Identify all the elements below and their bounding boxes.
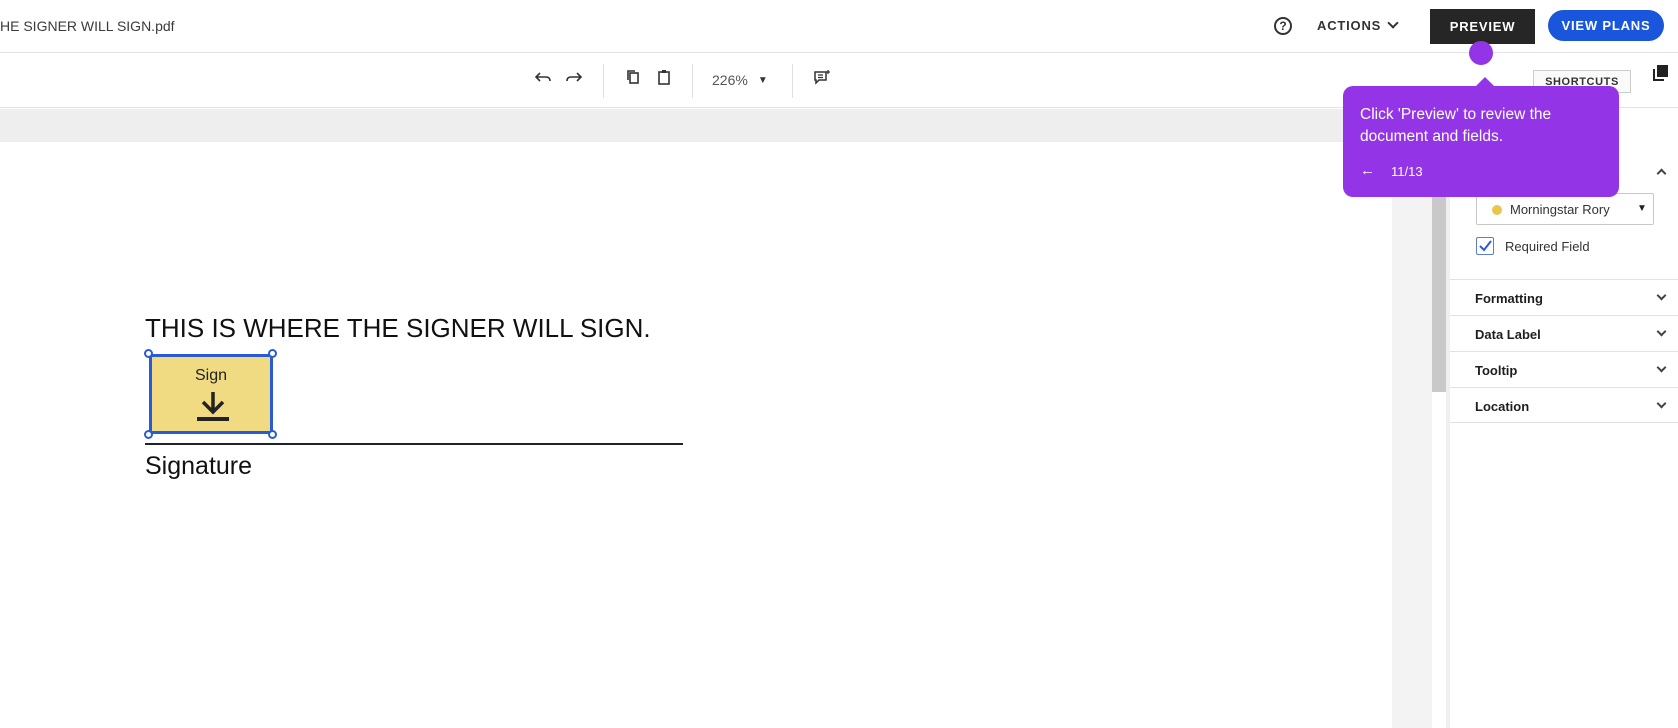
tooltip-arrow <box>1475 77 1495 87</box>
chevron-down-icon <box>1656 290 1667 301</box>
tooltip-step-counter: 11/13 <box>1391 164 1423 179</box>
tooltip-message: Click 'Preview' to review the document a… <box>1360 106 1552 145</box>
required-field-checkbox[interactable] <box>1476 237 1494 255</box>
section-tooltip[interactable]: Tooltip <box>1450 351 1678 387</box>
signer-select[interactable]: Morningstar Rory ▼ <box>1476 193 1654 225</box>
resize-handle-top-right[interactable] <box>268 349 277 358</box>
copy-icon[interactable] <box>622 69 644 91</box>
toolbar-divider <box>792 64 793 98</box>
sign-field-label: Sign <box>194 367 228 384</box>
top-bar: HE SIGNER WILL SIGN.pdf ? ACTIONS PREVIE… <box>0 0 1678 53</box>
document-header-band <box>0 109 1450 142</box>
help-circle-icon[interactable]: ? <box>1274 17 1292 35</box>
section-location[interactable]: Location <box>1450 387 1678 423</box>
resize-handle-bottom-right[interactable] <box>268 430 277 439</box>
section-data-label[interactable]: Data Label <box>1450 315 1678 351</box>
signature-label: Signature <box>145 452 253 480</box>
section-label: Data Label <box>1475 327 1541 342</box>
walkthrough-beacon[interactable] <box>1469 41 1493 65</box>
toolbar-divider <box>603 64 604 98</box>
preview-button[interactable]: PREVIEW <box>1430 9 1535 44</box>
zoom-select[interactable]: 226% ▼ <box>712 72 768 88</box>
comment-icon[interactable] <box>811 69 833 91</box>
signer-name: Morningstar Rory <box>1510 202 1610 217</box>
copy-document-icon[interactable] <box>1652 64 1670 82</box>
redo-icon[interactable] <box>563 69 585 91</box>
signature-line <box>145 443 683 445</box>
document-canvas <box>0 142 1392 728</box>
caret-down-icon: ▼ <box>757 74 768 86</box>
document-title: HE SIGNER WILL SIGN.pdf <box>0 18 175 34</box>
section-label: Location <box>1475 399 1530 414</box>
signer-color-dot <box>1492 205 1502 215</box>
resize-handle-bottom-left[interactable] <box>144 430 153 439</box>
walkthrough-tooltip: Click 'Preview' to review the document a… <box>1343 77 1619 197</box>
back-arrow-icon[interactable]: ← <box>1360 162 1375 179</box>
toolbar-divider <box>692 64 693 98</box>
actions-label: ACTIONS <box>1317 18 1382 33</box>
actions-menu[interactable]: ACTIONS <box>1317 17 1399 33</box>
zoom-value: 226% <box>712 72 748 88</box>
chevron-down-icon <box>1656 398 1667 409</box>
required-field-label: Required Field <box>1505 239 1590 254</box>
section-formatting[interactable]: Formatting <box>1450 279 1678 315</box>
chevron-down-icon <box>1387 17 1399 29</box>
section-label: Formatting <box>1475 291 1543 306</box>
section-label: Tooltip <box>1475 363 1518 378</box>
chevron-down-icon <box>1656 326 1667 337</box>
checkmark-icon <box>1479 240 1492 252</box>
document-heading: THIS IS WHERE THE SIGNER WILL SIGN. <box>145 313 651 343</box>
undo-icon[interactable] <box>532 69 554 91</box>
view-plans-button[interactable]: VIEW PLANS <box>1548 10 1664 41</box>
caret-down-icon: ▼ <box>1637 203 1647 214</box>
signature-field[interactable]: Sign <box>149 354 273 434</box>
paste-icon[interactable] <box>653 69 675 91</box>
download-arrow-icon <box>197 392 229 421</box>
resize-handle-top-left[interactable] <box>144 349 153 358</box>
document-gutter <box>1392 142 1432 728</box>
chevron-down-icon <box>1656 362 1667 373</box>
